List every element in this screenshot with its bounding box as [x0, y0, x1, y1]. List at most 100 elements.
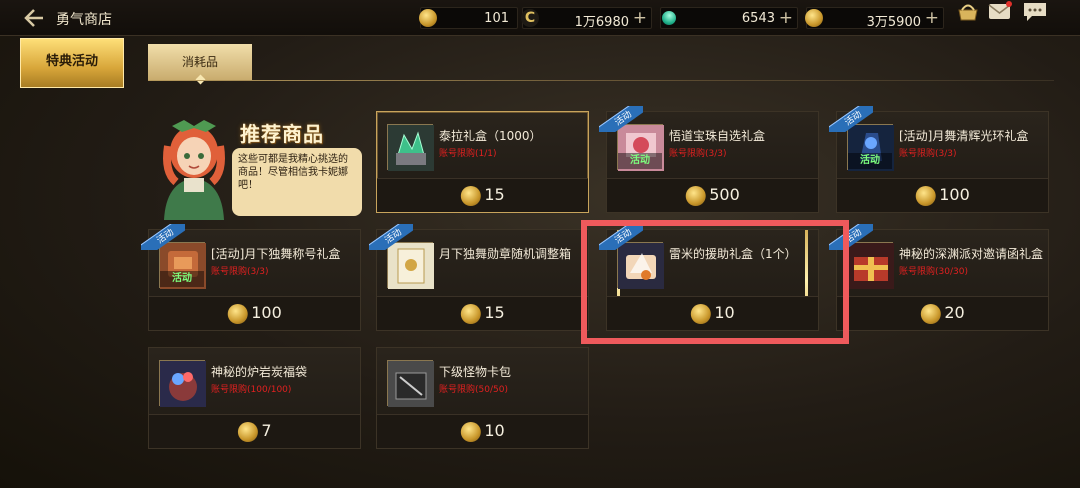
item-price: 7: [237, 421, 272, 442]
item-price-value: 100: [939, 185, 970, 204]
purchase-limit: 账号限购(3/3): [669, 149, 727, 159]
item-price-value: 20: [944, 303, 965, 322]
divider: [148, 80, 1054, 81]
item-name: 泰拉礼盒（1000）: [439, 129, 542, 143]
currency-gold: 3万5900 +: [805, 7, 944, 30]
currency-gold-value: 3万5900: [866, 15, 921, 30]
event-ribbon-label: 活动: [599, 224, 643, 250]
back-arrow-icon[interactable]: [22, 7, 46, 29]
purchase-limit: 账号限购(1/1): [439, 149, 497, 159]
purchase-limit: 账号限购(3/3): [211, 267, 269, 277]
chat-icon[interactable]: [1022, 0, 1048, 22]
event-tag: 活动: [848, 153, 892, 169]
gold-coin-icon: [805, 9, 823, 27]
item-card[interactable]: 下级怪物卡包账号限购(50/50) 10: [376, 347, 589, 449]
item-price: 10: [690, 303, 735, 324]
event-ribbon-label: 活动: [141, 224, 185, 250]
item-name: 雷米的援助礼盒（1个）: [669, 247, 797, 261]
purchase-limit: 账号限购(50/50): [439, 385, 508, 395]
price-bar: 20: [837, 296, 1048, 330]
currency-gem: 6543 +: [659, 7, 798, 29]
price-bar: 10: [607, 296, 818, 330]
item-thumbnail: [387, 360, 434, 407]
c-currency-icon: C: [521, 9, 539, 27]
coin-icon: [460, 186, 481, 206]
recommend-title: 推荐商品: [240, 122, 324, 146]
coin-icon: [460, 304, 481, 324]
item-price-value: 100: [251, 303, 282, 322]
item-name: 悟道宝珠自选礼盒: [669, 129, 766, 143]
item-price: 100: [227, 303, 282, 324]
item-name: 月下独舞勋章随机调整箱: [439, 247, 572, 261]
gem-icon: [659, 8, 679, 28]
recommend-panel: 推荐商品 这些可都是我精心挑选的商品！尽管相信我卡妮娜吧！: [144, 108, 364, 220]
event-ribbon: 活动: [141, 224, 185, 250]
event-ribbon: 活动: [829, 224, 873, 250]
event-ribbon: 活动: [369, 224, 413, 250]
item-card[interactable]: 活动月下独舞勋章随机调整箱 15: [369, 224, 589, 331]
item-price-value: 10: [714, 303, 735, 322]
event-ribbon-label: 活动: [599, 106, 643, 132]
purchase-limit: 账号限购(100/100): [211, 385, 292, 395]
item-card[interactable]: 活动 活动 悟道宝珠自选礼盒 账号限购(3/3) 500: [599, 106, 819, 213]
item-price: 15: [460, 185, 505, 206]
currency-c: C 1万6980 +: [521, 7, 652, 30]
item-price-value: 500: [709, 185, 740, 204]
coin-icon: [227, 304, 248, 324]
event-ribbon: 活动: [829, 106, 873, 132]
event-ribbon-label: 活动: [829, 224, 873, 250]
currency-gem-value: 6543: [741, 11, 775, 26]
add-gold-button[interactable]: +: [925, 8, 939, 28]
price-bar: 100: [837, 178, 1048, 212]
price-bar: 7: [149, 414, 360, 448]
gift-basket-icon[interactable]: [955, 0, 981, 22]
add-c-currency-button[interactable]: +: [633, 8, 647, 28]
add-gem-button[interactable]: +: [779, 8, 793, 28]
coin-icon: [690, 304, 711, 324]
item-price: 100: [915, 185, 970, 206]
coin-icon: [460, 422, 481, 442]
price-bar: 10: [377, 414, 588, 448]
event-ribbon-label: 活动: [829, 106, 873, 132]
item-card[interactable]: 活动 活动 [活动]月舞清辉光环礼盒 账号限购(3/3) 100: [829, 106, 1049, 213]
item-price-value: 7: [261, 421, 272, 440]
coin-icon: [685, 186, 706, 206]
currency-coin-value: 101: [484, 11, 509, 26]
event-tag: 活动: [618, 153, 662, 169]
item-price: 20: [920, 303, 965, 324]
tab-special-event[interactable]: 特典活动: [20, 38, 124, 88]
item-price-value: 15: [484, 303, 505, 322]
event-ribbon: 活动: [599, 106, 643, 132]
item-name: [活动]月舞清辉光环礼盒: [899, 129, 1029, 143]
item-price-value: 15: [484, 185, 505, 204]
item-name: 下级怪物卡包: [439, 365, 512, 379]
item-price-value: 10: [484, 421, 505, 440]
price-bar: 500: [607, 178, 818, 212]
mail-icon[interactable]: [987, 0, 1013, 22]
speech-bubble: 这些可都是我精心挑选的商品！尽管相信我卡妮娜吧！: [232, 148, 362, 216]
item-name: 神秘的深渊派对邀请函礼盒: [899, 247, 1044, 261]
event-tag: 活动: [160, 271, 204, 287]
currency-c-value: 1万6980: [574, 15, 629, 30]
purchase-limit: 账号限购(3/3): [899, 149, 957, 159]
price-bar: 15: [377, 296, 588, 330]
coin-icon: [237, 422, 258, 442]
top-bar: 勇气商店 101 C 1万6980 + 6543 + 3万5900 +: [0, 0, 1080, 36]
item-thumbnail: [387, 124, 434, 171]
item-card[interactable]: 活动神秘的深渊派对邀请函礼盒账号限购(30/30) 20: [829, 224, 1049, 331]
coin-icon: [915, 186, 936, 206]
item-name: 神秘的炉岩炭福袋: [211, 365, 308, 379]
item-card[interactable]: 活动 活动 [活动]月下独舞称号礼盒 账号限购(3/3) 100: [141, 224, 361, 331]
item-card[interactable]: 泰拉礼盒（1000） 账号限购(1/1) 15: [376, 111, 589, 213]
price-bar: 100: [149, 296, 360, 330]
item-card[interactable]: 神秘的炉岩炭福袋账号限购(100/100) 7: [148, 347, 361, 449]
item-name: [活动]月下独舞称号礼盒: [211, 247, 341, 261]
event-ribbon: 活动: [599, 224, 643, 250]
item-card[interactable]: 活动雷米的援助礼盒（1个） 10: [599, 224, 819, 331]
event-ribbon-label: 活动: [369, 224, 413, 250]
coin-icon: [920, 304, 941, 324]
shop-title: 勇气商店: [56, 12, 112, 28]
currency-coin: 101: [419, 7, 518, 29]
purchase-limit: 账号限购(30/30): [899, 267, 968, 277]
item-price: 15: [460, 303, 505, 324]
